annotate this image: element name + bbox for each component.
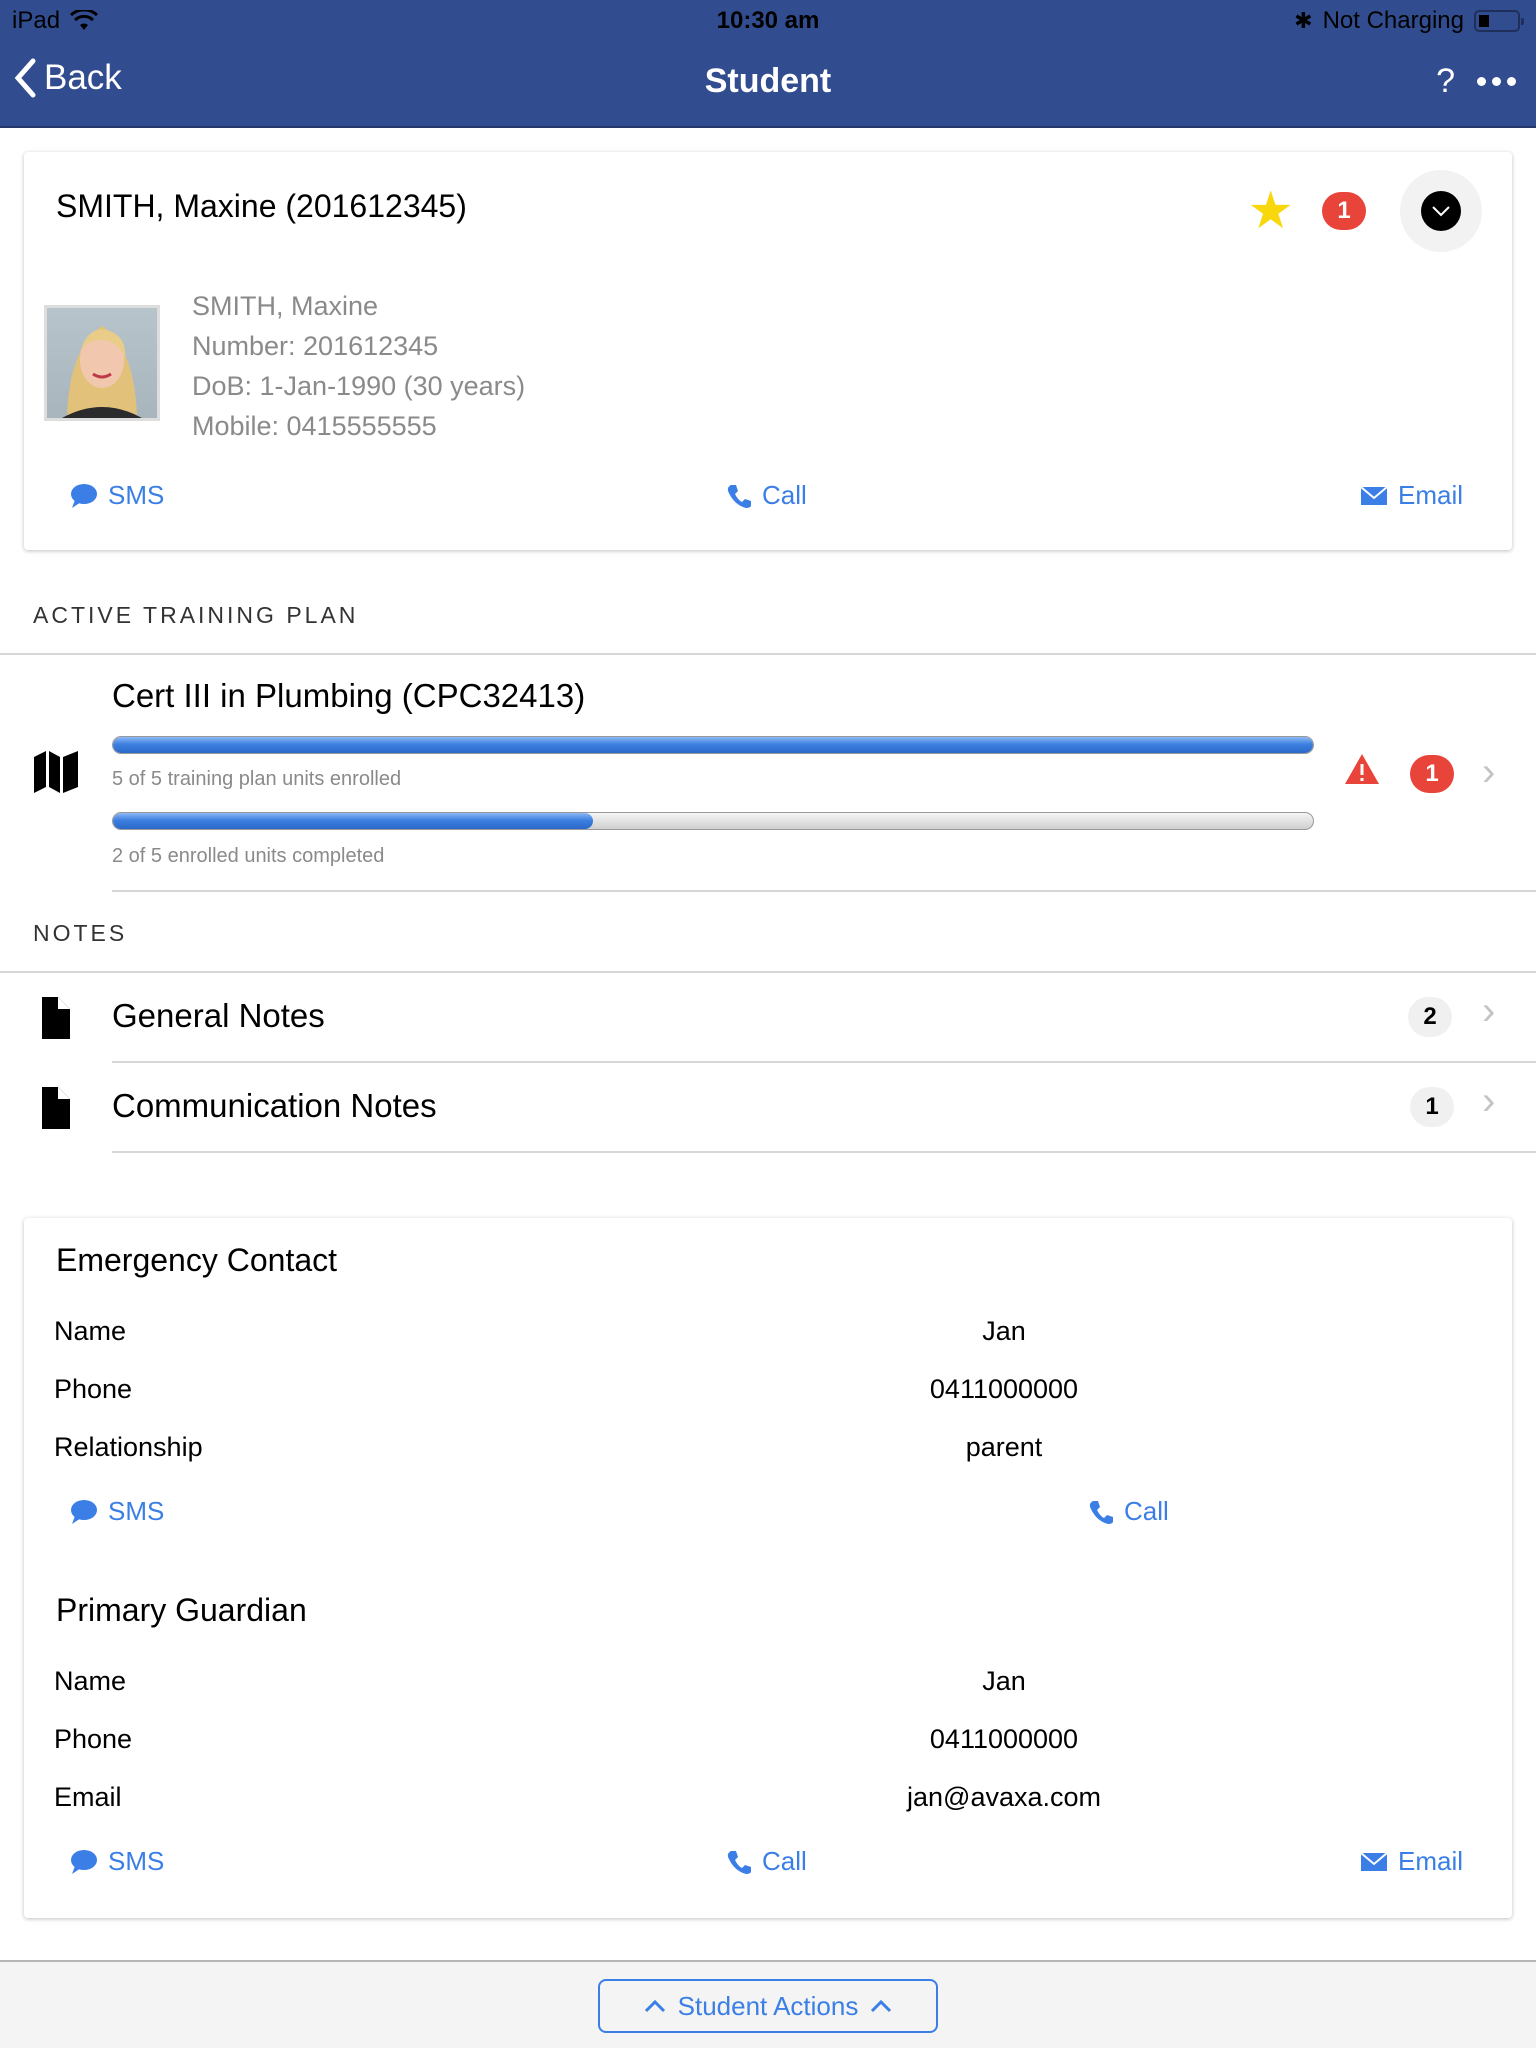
pg-name-label: Name xyxy=(54,1666,127,1696)
student-photo xyxy=(44,305,160,421)
student-sms-button[interactable]: SMS xyxy=(70,480,164,511)
training-section-label: ACTIVE TRAINING PLAN xyxy=(33,602,359,628)
enrolled-progress-fill xyxy=(113,737,1313,753)
completed-caption: 2 of 5 enrolled units completed xyxy=(112,845,385,867)
training-plan-row[interactable]: Cert III in Plumbing (CPC32413) 5 of 5 t… xyxy=(0,655,1536,890)
ec-phone-value: 0411000000 xyxy=(929,1374,1079,1404)
student-alert-badge[interactable]: 1 xyxy=(1322,192,1366,230)
chevron-right-icon: › xyxy=(1482,1079,1496,1123)
student-dob: DoB: 1-Jan-1990 (30 years) xyxy=(192,371,526,401)
chevron-right-icon: › xyxy=(1482,989,1496,1033)
status-bar: iPad 10:30 am ✱ Not Charging xyxy=(0,0,1536,42)
general-notes-count: 2 xyxy=(1408,997,1452,1037)
ec-phone-label: Phone xyxy=(54,1374,133,1404)
bottom-toolbar: Student Actions xyxy=(0,1960,1536,2048)
favourite-star-icon[interactable]: ★ xyxy=(1247,185,1294,237)
phone-icon xyxy=(727,484,751,508)
notes-section-label: NOTES xyxy=(33,920,128,946)
top-bar: iPad 10:30 am ✱ Not Charging Back Studen… xyxy=(0,0,1536,128)
chevron-right-icon: › xyxy=(1482,750,1496,794)
completed-progress-bar xyxy=(112,812,1314,830)
more-options-icon[interactable] xyxy=(1477,77,1516,86)
communication-notes-count: 1 xyxy=(1410,1087,1454,1127)
student-call-button[interactable]: Call xyxy=(726,480,807,511)
emergency-contact-title: Emergency Contact xyxy=(56,1242,338,1278)
chat-bubble-icon xyxy=(71,1849,97,1874)
pg-name-value: Jan xyxy=(982,1666,1026,1696)
chat-bubble-icon xyxy=(71,1499,97,1524)
student-mobile: Mobile: 0415555555 xyxy=(192,411,437,441)
general-notes-row[interactable]: General Notes 2 › xyxy=(0,973,1536,1061)
expand-button[interactable] xyxy=(1400,170,1482,252)
nav-bar: Back Student ? xyxy=(0,50,1536,116)
student-heading: SMITH, Maxine (201612345) xyxy=(56,188,467,224)
student-card: SMITH, Maxine (201612345) ★ 1 SMITH, Max… xyxy=(24,152,1512,550)
enrolled-caption: 5 of 5 training plan units enrolled xyxy=(112,768,402,790)
communication-notes-label: Communication Notes xyxy=(112,1087,437,1124)
map-icon xyxy=(34,751,78,793)
bluetooth-icon: ✱ xyxy=(1294,8,1313,33)
training-plan-title: Cert III in Plumbing (CPC32413) xyxy=(112,677,586,714)
document-icon xyxy=(42,997,70,1039)
student-actions-button[interactable]: Student Actions xyxy=(598,1979,938,2033)
ec-relationship-label: Relationship xyxy=(54,1432,203,1462)
document-icon xyxy=(42,1087,70,1129)
divider xyxy=(112,1151,1536,1153)
student-email-button[interactable]: Email xyxy=(1360,480,1463,511)
pg-email-value: jan@avaxa.com xyxy=(907,1782,1101,1812)
envelope-icon xyxy=(1360,485,1388,505)
ec-sms-button[interactable]: SMS xyxy=(70,1496,164,1527)
ec-call-button[interactable]: Call xyxy=(1088,1496,1169,1527)
pg-email-label: Email xyxy=(54,1782,122,1812)
pg-phone-value: 0411000000 xyxy=(929,1724,1079,1754)
primary-guardian-title: Primary Guardian xyxy=(56,1592,307,1628)
ec-name-value: Jan xyxy=(982,1316,1026,1346)
pg-call-button[interactable]: Call xyxy=(726,1846,807,1877)
enrolled-progress-bar xyxy=(112,736,1314,754)
chevron-up-icon xyxy=(644,1999,665,2013)
chat-bubble-icon xyxy=(71,483,97,508)
warning-icon xyxy=(1345,754,1379,784)
chevron-down-icon xyxy=(1432,206,1450,217)
battery-icon xyxy=(1474,10,1524,32)
student-actions-label: Student Actions xyxy=(677,1990,859,2021)
student-number: Number: 201612345 xyxy=(192,331,439,361)
chevron-up-icon xyxy=(871,1999,892,2013)
completed-progress-fill xyxy=(113,813,593,829)
envelope-icon xyxy=(1360,1851,1388,1871)
pg-phone-label: Phone xyxy=(54,1724,133,1754)
page-title: Student xyxy=(704,62,832,100)
pg-sms-button[interactable]: SMS xyxy=(70,1846,164,1877)
ec-relationship-value: parent xyxy=(965,1432,1043,1462)
ec-name-label: Name xyxy=(54,1316,127,1346)
divider xyxy=(112,890,1536,892)
training-alert-badge: 1 xyxy=(1410,755,1454,793)
phone-icon xyxy=(1089,1500,1113,1524)
general-notes-label: General Notes xyxy=(112,997,325,1034)
student-details: SMITH, Maxine Number: 201612345 DoB: 1-J… xyxy=(192,286,525,446)
help-button[interactable]: ? xyxy=(1436,62,1455,101)
pg-email-button[interactable]: Email xyxy=(1360,1846,1463,1877)
student-name: SMITH, Maxine xyxy=(192,291,379,321)
communication-notes-row[interactable]: Communication Notes 1 › xyxy=(0,1063,1536,1151)
contacts-card: Emergency Contact Name Jan Phone 0411000… xyxy=(24,1218,1512,1918)
charging-status: Not Charging xyxy=(1322,7,1464,34)
phone-icon xyxy=(727,1850,751,1874)
